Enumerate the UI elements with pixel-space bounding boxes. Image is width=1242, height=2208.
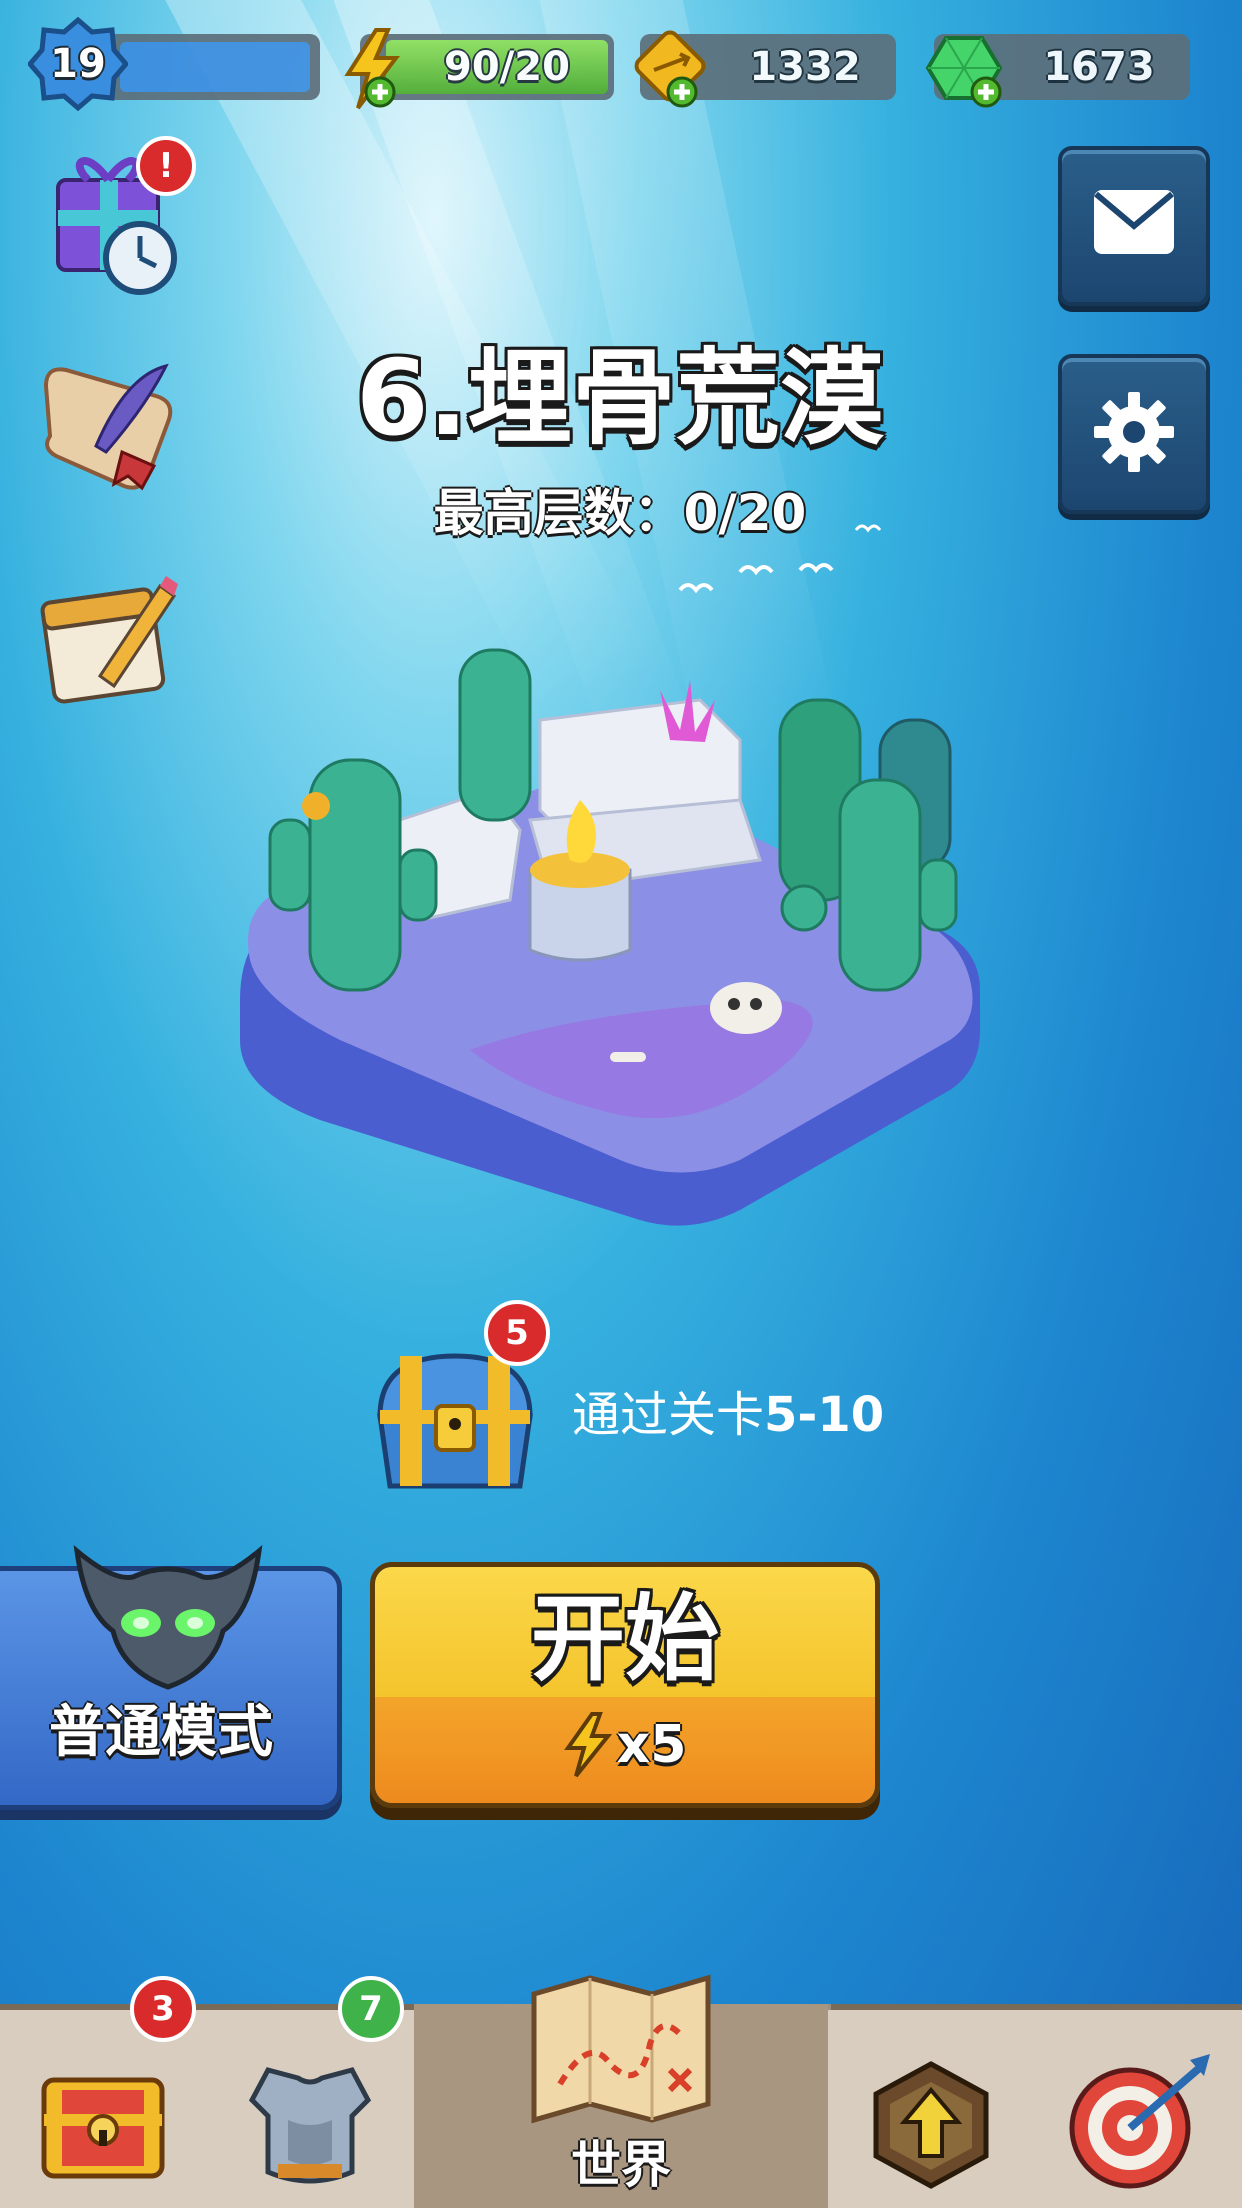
gem-value: 1673 [1043,44,1155,90]
quest-scroll-button[interactable] [36,356,186,496]
daily-calendar-button[interactable] [40,566,180,706]
tab-chests[interactable] [0,2010,209,2208]
xp-bar-fill [120,42,310,92]
mode-select-button[interactable]: 普通模式 [0,1544,342,1810]
tab-targets[interactable] [1034,2010,1242,2208]
upgrade-arrow-icon [873,2061,989,2189]
target-arrow-icon [1069,2054,1210,2189]
settings-button[interactable] [1058,354,1210,514]
xp-bar[interactable] [100,34,320,100]
tab-world[interactable]: 世界 [414,1974,831,2208]
calendar-pencil-icon [40,576,178,704]
chest-lock-icon [41,2077,165,2179]
start-cost: x5 [375,1705,875,1785]
chest-count-badge: 5 [484,1300,550,1366]
arrow-coin-add-icon[interactable] [630,30,714,118]
chests-badge: 3 [130,1976,196,2042]
birds-decoration [678,524,882,594]
gift-alert-badge: ! [136,136,196,196]
treasure-map-icon [531,1974,711,2124]
game-screen: 19 90/20 1332 1673 ! 6.埋骨荒漠 最高层数：0/20 5 … [0,0,1242,2208]
arrow-currency-value: 1332 [749,44,861,90]
reward-condition: 通过关卡5-10 [572,1380,884,1450]
start-button[interactable]: 开始 x5 [370,1562,880,1808]
reward-condition-text: 通过关卡 [572,1387,765,1443]
mail-button[interactable] [1058,146,1210,306]
gem-add-icon[interactable] [924,30,1008,118]
tab-equipment[interactable] [206,2010,417,2208]
gear-icon [1094,392,1174,472]
start-cost-value: x5 [616,1715,687,1775]
level-badge[interactable]: 19 [26,16,130,112]
energy-add-icon[interactable] [340,28,408,116]
mail-icon [1094,190,1174,254]
energy-value: 90/20 [444,44,570,90]
reward-chest[interactable] [370,1346,540,1496]
equipment-badge: 7 [338,1976,404,2042]
level-number: 19 [50,41,106,87]
reward-level-range: 5-10 [764,1387,885,1443]
mode-label: 普通模式 [49,1700,273,1765]
treasure-chest-icon [377,1353,533,1489]
demon-mask-icon [73,1544,263,1690]
lightning-icon [563,1712,612,1778]
world-tab-label: 世界 [571,2136,671,2194]
desert-island[interactable] [220,620,1000,1240]
stage-title: 6.埋骨荒漠 [356,337,884,459]
start-label: 开始 [530,1585,719,1694]
scroll-quill-icon [43,363,173,491]
tab-upgrade[interactable] [828,2010,1037,2208]
armor-icon [248,2067,372,2184]
